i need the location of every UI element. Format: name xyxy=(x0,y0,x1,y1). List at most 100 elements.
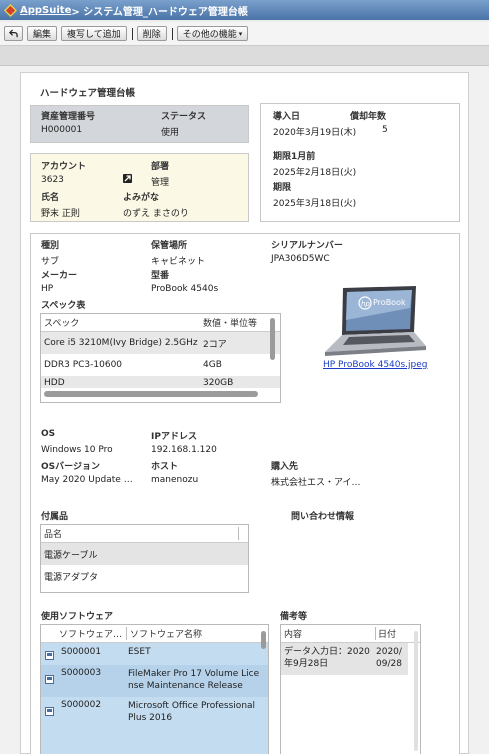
department-value: 管理 xyxy=(151,178,170,188)
row-select-icon[interactable] xyxy=(45,651,54,660)
vertical-scrollbar[interactable] xyxy=(414,631,418,751)
ip-label: IPアドレス xyxy=(151,432,197,442)
table-row[interactable]: 電源ケーブル xyxy=(41,543,248,565)
value-cell: 2コア xyxy=(203,339,227,350)
table-row[interactable]: Core i5 3210M(Ivy Bridge) 2.5GHz 2コア xyxy=(41,332,280,354)
spec-table-title: スペック表 xyxy=(41,301,86,311)
duplicate-add-button[interactable]: 複写して追加 xyxy=(61,26,127,41)
toolbar-divider xyxy=(131,27,133,40)
maker-label: メーカー xyxy=(41,271,78,281)
spec-table: スペック 数値・単位等 Core i5 3210M(Ivy Bridge) 2.… xyxy=(40,313,281,403)
spec-column-header: スペック xyxy=(44,319,80,329)
type-value: サブ xyxy=(41,257,60,267)
laptop-brand-text: ProBook xyxy=(373,298,406,307)
vendor-value: 株式会社エス・アイ… xyxy=(271,478,361,488)
status-label: ステータス xyxy=(161,112,207,122)
kana-label: よみがな xyxy=(123,193,160,203)
os-label: OS xyxy=(41,429,56,439)
software-code-cell: S000002 xyxy=(61,700,102,710)
serial-label: シリアルナンバー xyxy=(271,241,343,251)
location-label: 保管場所 xyxy=(151,241,188,251)
intro-date-value: 2020年3月19日(木) xyxy=(273,128,357,138)
notes-row[interactable]: データ入力日：2020年9月28日 2020/09/28 xyxy=(281,643,408,675)
deadline-label: 期限 xyxy=(273,183,292,193)
accessories-table-header: 品名 xyxy=(41,525,248,543)
depreciation-years-value: 5 xyxy=(382,125,388,135)
window-titlebar: AppSuite > システム管理_ハードウェア管理台帳 xyxy=(0,0,489,20)
type-label: 種別 xyxy=(41,241,60,251)
software-name-column-header: ソフトウェア名称 xyxy=(130,630,203,640)
edit-button[interactable]: 編集 xyxy=(27,26,58,41)
account-panel: アカウント 3623 部署 管理 氏名 野末 正則 よみがな のずえ まさのり xyxy=(30,153,249,222)
spec-cell: HDD xyxy=(44,378,65,388)
back-arrow-icon xyxy=(9,29,18,38)
table-row[interactable]: 電源アダプタ xyxy=(41,565,248,587)
spec-cell: Core i5 3210M(Ivy Bridge) 2.5GHz xyxy=(44,338,198,348)
host-value: manenozu xyxy=(151,475,199,485)
os-value: Windows 10 Pro xyxy=(41,445,113,455)
back-button[interactable] xyxy=(4,26,23,41)
vertical-scrollbar[interactable] xyxy=(261,631,266,649)
device-panel: 種別 サブ 保管場所 キャビネット シリアルナンバー JPA306D5WC メー… xyxy=(30,233,460,754)
department-label: 部署 xyxy=(151,162,170,172)
horizontal-scrollbar[interactable] xyxy=(44,391,258,397)
open-link-icon[interactable] xyxy=(123,174,132,183)
more-functions-button[interactable]: その他の機能 ▾ xyxy=(176,26,249,41)
account-value: 3623 xyxy=(41,175,64,185)
account-label: アカウント xyxy=(41,162,87,172)
subheader-strip xyxy=(0,46,489,66)
more-functions-label: その他の機能 xyxy=(182,30,237,40)
toolbar-divider xyxy=(171,27,173,40)
software-code-cell: S000003 xyxy=(61,668,102,678)
software-name-cell: Microsoft Office Professional Plus 2016 xyxy=(128,701,256,723)
os-version-value: May 2020 Update … xyxy=(41,475,133,485)
software-code-column-header: ソフトウェア… xyxy=(59,627,127,640)
form-page: ハードウェア管理台帳 資産管理番号 H000001 ステータス 使用 導入日 2… xyxy=(20,72,469,754)
name-label: 氏名 xyxy=(41,193,60,203)
image-file-link[interactable]: HP ProBook 4540s.jpeg xyxy=(323,360,428,370)
app-name-link[interactable]: AppSuite xyxy=(20,5,71,16)
value-cell: 320GB xyxy=(203,378,234,388)
table-row[interactable]: HDD 320GB xyxy=(41,376,280,388)
vertical-scrollbar[interactable] xyxy=(270,318,275,360)
serial-value: JPA306D5WC xyxy=(271,254,330,264)
software-row[interactable]: S000003 FileMaker Pro 17 Volume License … xyxy=(41,665,268,697)
notes-table: 内容 日付 データ入力日：2020年9月28日 2020/09/28 xyxy=(280,624,421,754)
toolbar: 編集 複写して追加 削除 その他の機能 ▾ xyxy=(0,22,489,46)
notes-table-header: 内容 日付 xyxy=(281,625,420,643)
model-label: 型番 xyxy=(151,271,170,281)
row-select-icon[interactable] xyxy=(45,675,54,684)
row-select-icon[interactable] xyxy=(45,707,54,716)
asset-number-label: 資産管理番号 xyxy=(41,112,96,122)
item-name-column-header: 品名 xyxy=(44,527,239,540)
maker-value: HP xyxy=(41,284,54,294)
deadline-month-before-value: 2025年2月18日(火) xyxy=(273,168,357,178)
software-row[interactable]: S000001 ESET xyxy=(41,643,268,665)
note-date-cell: 2020/09/28 xyxy=(376,647,402,669)
software-row[interactable]: S000002 Microsoft Office Professional Pl… xyxy=(41,697,268,729)
software-code-cell: S000001 xyxy=(61,647,102,657)
host-label: ホスト xyxy=(151,462,179,472)
kana-value: のずえ まさのり xyxy=(123,209,189,219)
os-version-label: OSバージョン xyxy=(41,462,100,472)
location-value: キャビネット xyxy=(151,257,206,267)
laptop-image: hp ProBook xyxy=(325,286,426,356)
software-name-cell: FileMaker Pro 17 Volume License Maintena… xyxy=(128,669,260,691)
intro-date-label: 導入日 xyxy=(273,112,301,122)
table-row[interactable]: DDR3 PC3-10600 4GB xyxy=(41,354,280,376)
software-table: ソフトウェア… ソフトウェア名称 S000001 ESET S000003 Fi… xyxy=(40,624,269,754)
note-content-cell: データ入力日：2020年9月28日 xyxy=(284,647,370,669)
deadline-month-before-label: 期限1月前 xyxy=(273,152,316,162)
delete-button[interactable]: 削除 xyxy=(136,26,167,41)
spec-table-header: スペック 数値・単位等 xyxy=(41,314,280,332)
asset-panel: 資産管理番号 H000001 ステータス 使用 xyxy=(30,105,249,143)
item-name-cell: 電源アダプタ xyxy=(44,572,99,583)
accessories-title: 付属品 xyxy=(41,512,69,522)
accessories-table: 品名 電源ケーブル 電源アダプタ xyxy=(40,524,249,593)
asset-number-value: H000001 xyxy=(41,125,83,135)
breadcrumb-path: > システム管理_ハードウェア管理台帳 xyxy=(71,6,248,18)
notes-title: 備考等 xyxy=(280,612,308,622)
dropdown-caret-icon: ▾ xyxy=(238,29,243,38)
status-value: 使用 xyxy=(161,128,180,138)
dates-panel: 導入日 2020年3月19日(木) 償却年数 5 期限1月前 2025年2月18… xyxy=(260,103,460,222)
